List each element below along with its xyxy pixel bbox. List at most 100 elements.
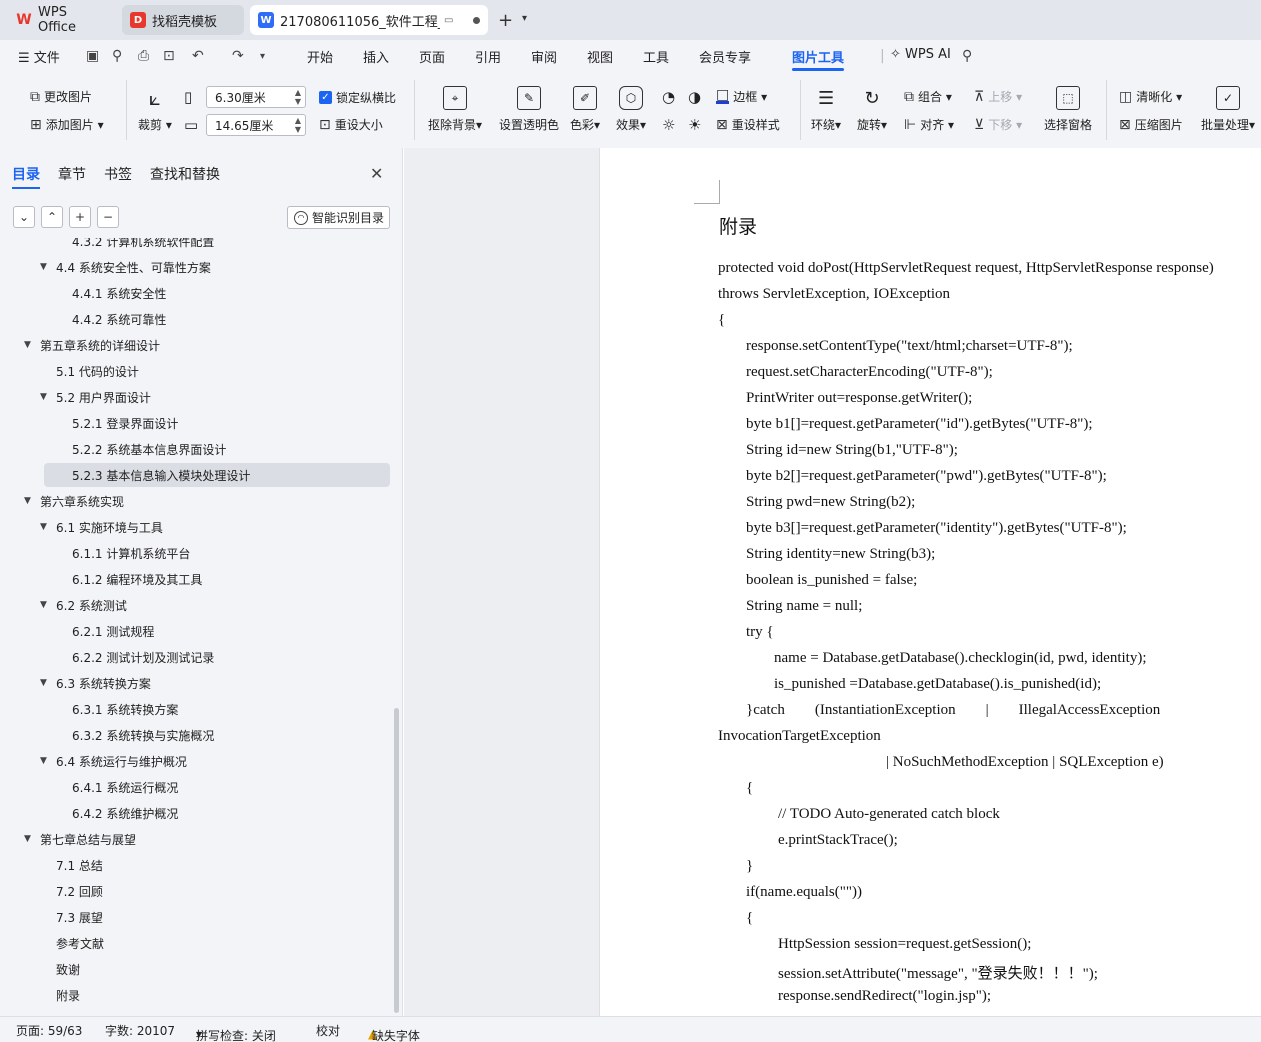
toc-item[interactable]: 7.2 回顾 bbox=[40, 879, 103, 903]
code-line[interactable]: String pwd=new String(b2); bbox=[746, 494, 915, 511]
change-image-button[interactable]: ⧉ 更改图片 bbox=[30, 88, 92, 105]
set-transparent-button[interactable]: ✎ 设置透明色 bbox=[499, 86, 559, 133]
border-button[interactable]: □ 边框 ▾ bbox=[716, 88, 767, 105]
code-line[interactable]: | NoSuchMethodException | SQLException e… bbox=[886, 754, 1164, 771]
toc-item[interactable]: 6.3.1 系统转换方案 bbox=[56, 697, 178, 721]
close-icon[interactable]: ✕ bbox=[370, 164, 383, 183]
toc-item[interactable]: 6.1.2 编程环境及其工具 bbox=[56, 567, 202, 591]
tab-document[interactable]: W 217080611056_软件工程_肖芯 ▭ bbox=[250, 5, 488, 35]
expand-triangle-icon[interactable]: ▼ bbox=[40, 522, 56, 532]
code-line[interactable]: boolean is_punished = false; bbox=[746, 572, 917, 589]
toc-item[interactable]: 5.2.2 系统基本信息界面设计 bbox=[56, 437, 226, 461]
menu-member[interactable]: 会员专享 bbox=[699, 47, 751, 66]
scrollbar[interactable] bbox=[394, 708, 399, 1013]
unsaved-dot-icon[interactable] bbox=[473, 16, 480, 24]
stepper-icon[interactable]: ▲ ▼ bbox=[295, 88, 301, 106]
width-input[interactable]: 6.30厘米 ▲ ▼ bbox=[206, 86, 306, 108]
toc-item[interactable]: ▼ 6.4 系统运行与维护概况 bbox=[40, 749, 187, 773]
code-line[interactable]: PrintWriter out=response.getWriter(); bbox=[746, 390, 972, 407]
expand-triangle-icon[interactable]: ▼ bbox=[40, 600, 56, 610]
code-line[interactable]: } bbox=[746, 858, 753, 875]
document-page[interactable] bbox=[599, 148, 1261, 1016]
word-count[interactable]: 字数: 20107 bbox=[105, 1022, 175, 1039]
toc-item[interactable]: 6.2.1 测试规程 bbox=[56, 619, 154, 643]
tab-wps-office[interactable]: W WPS Office bbox=[8, 5, 114, 35]
menu-insert[interactable]: 插入 bbox=[363, 47, 389, 66]
toc-item[interactable]: 6.2.2 测试计划及测试记录 bbox=[56, 645, 214, 669]
code-line[interactable]: String id=new String(b1,"UTF-8"); bbox=[746, 442, 958, 459]
toc-item[interactable]: ▼ 6.1 实施环境与工具 bbox=[40, 515, 163, 539]
toc-item[interactable]: 参考文献 bbox=[40, 931, 104, 955]
code-line[interactable]: byte b2[]=request.getParameter("pwd").ge… bbox=[746, 468, 1107, 485]
code-line[interactable]: HttpSession session=request.getSession()… bbox=[778, 936, 1031, 953]
chevron-down-icon[interactable]: ▾ bbox=[522, 13, 527, 24]
menu-reference[interactable]: 引用 bbox=[475, 47, 501, 66]
page-count[interactable]: 页面: 59/63 bbox=[16, 1022, 82, 1039]
expand-triangle-icon[interactable]: ▼ bbox=[40, 392, 56, 402]
batch-button[interactable]: ✓ 批量处理▾ bbox=[1201, 86, 1255, 133]
toc-item[interactable]: ▼ 4.4 系统安全性、可靠性方案 bbox=[40, 255, 211, 279]
expand-triangle-icon[interactable]: ▼ bbox=[24, 496, 40, 506]
reset-size-button[interactable]: ⊡ 重设大小 bbox=[319, 116, 383, 133]
menu-home[interactable]: 开始 bbox=[307, 47, 333, 66]
code-line[interactable]: if(name.equals("")) bbox=[746, 884, 862, 901]
toc-item[interactable]: 6.3.2 系统转换与实施概况 bbox=[56, 723, 214, 747]
code-line[interactable]: byte b1[]=request.getParameter("id").get… bbox=[746, 416, 1093, 433]
proofread-button[interactable]: 校对 bbox=[316, 1022, 340, 1039]
code-line[interactable]: { bbox=[718, 312, 725, 329]
sun-up-icon[interactable]: ☼ bbox=[662, 116, 675, 134]
code-line[interactable]: session.setAttribute("message", "登录失败！！！… bbox=[778, 962, 1098, 983]
toc-item[interactable]: ▼ 6.3 系统转换方案 bbox=[40, 671, 151, 695]
collapse-all-button[interactable]: ⌃ bbox=[41, 206, 63, 228]
code-line[interactable]: try { bbox=[746, 624, 774, 641]
stepper-icon[interactable]: ▲ ▼ bbox=[295, 116, 301, 134]
code-line[interactable]: }catch (InstantiationException | Illegal… bbox=[746, 702, 1160, 719]
contrast-icon[interactable]: ◔ bbox=[662, 88, 675, 106]
code-line[interactable]: InvocationTargetException bbox=[718, 728, 881, 745]
code-line[interactable]: String name = null; bbox=[746, 598, 862, 615]
undo-icon[interactable]: ↶ bbox=[192, 48, 204, 64]
lock-ratio-checkbox[interactable]: ✓ 锁定纵横比 bbox=[319, 89, 396, 106]
height-input[interactable]: 14.65厘米 ▲ ▼ bbox=[206, 114, 306, 136]
nav-tab-bookmark[interactable]: 书签 bbox=[104, 164, 132, 184]
chevron-down-icon[interactable]: ▾ bbox=[260, 51, 265, 62]
toc-item[interactable]: ▼ 第六章系统实现 bbox=[24, 489, 124, 513]
share-icon[interactable]: ⚲ bbox=[112, 48, 122, 64]
nav-tab-find-replace[interactable]: 查找和替换 bbox=[150, 164, 220, 184]
toc-item[interactable]: 5.2.1 登录界面设计 bbox=[56, 411, 178, 435]
search-icon[interactable]: ⚲ bbox=[962, 48, 972, 64]
effect-button[interactable]: ⬡ 效果▾ bbox=[616, 86, 646, 133]
appendix-heading[interactable]: 附录 bbox=[719, 212, 757, 239]
toc-item[interactable]: 5.1 代码的设计 bbox=[40, 359, 139, 383]
code-line[interactable]: byte b3[]=request.getParameter("identity… bbox=[746, 520, 1127, 537]
select-pane-button[interactable]: ⬚ 选择窗格 bbox=[1044, 86, 1092, 133]
toc-item[interactable]: 致谢 bbox=[40, 957, 80, 981]
expand-triangle-icon[interactable]: ▼ bbox=[24, 340, 40, 350]
new-tab-icon[interactable]: + bbox=[498, 10, 513, 31]
wrap-button[interactable]: ☰ 环绕▾ bbox=[811, 86, 841, 133]
code-line[interactable]: response.setContentType("text/html;chars… bbox=[746, 338, 1073, 355]
code-line[interactable]: { bbox=[746, 780, 753, 797]
expand-triangle-icon[interactable]: ▼ bbox=[40, 678, 56, 688]
expand-triangle-icon[interactable]: ▼ bbox=[40, 756, 56, 766]
print-preview-icon[interactable]: ⊡ bbox=[163, 48, 175, 64]
rotate-button[interactable]: ↻ 旋转▾ bbox=[857, 86, 887, 133]
smart-toc-button[interactable]: ◠ 智能识别目录 bbox=[287, 206, 390, 229]
tab-template[interactable]: D 找稻壳模板 bbox=[122, 5, 244, 35]
code-line[interactable]: response.sendRedirect("login.jsp"); bbox=[778, 988, 991, 1005]
crop-button[interactable]: ⟀ 裁剪 ▾ bbox=[138, 86, 172, 133]
wps-ai-button[interactable]: ✧ WPS AI bbox=[890, 47, 951, 62]
expand-triangle-icon[interactable]: ▼ bbox=[24, 834, 40, 844]
code-line[interactable]: throws ServletException, IOException bbox=[718, 286, 950, 303]
toc-item[interactable]: ▼ 6.2 系统测试 bbox=[40, 593, 127, 617]
brightness-icon[interactable]: ◑ bbox=[688, 88, 701, 106]
code-line[interactable]: protected void doPost(HttpServletRequest… bbox=[718, 260, 1214, 277]
menu-view[interactable]: 视图 bbox=[587, 47, 613, 66]
expand-all-button[interactable]: ⌄ bbox=[13, 206, 35, 228]
toc-item[interactable]: 4.3.2 计算机系统软件配置 bbox=[56, 238, 214, 253]
toc-item[interactable]: 6.4.2 系统维护概况 bbox=[56, 801, 178, 825]
compress-button[interactable]: ⊠ 压缩图片 bbox=[1119, 116, 1183, 133]
missing-font-button[interactable]: ▲ 缺失字体 bbox=[368, 1022, 420, 1042]
reset-style-button[interactable]: ⊠ 重设样式 bbox=[716, 116, 780, 133]
toc-item[interactable]: 6.1.1 计算机系统平台 bbox=[56, 541, 190, 565]
